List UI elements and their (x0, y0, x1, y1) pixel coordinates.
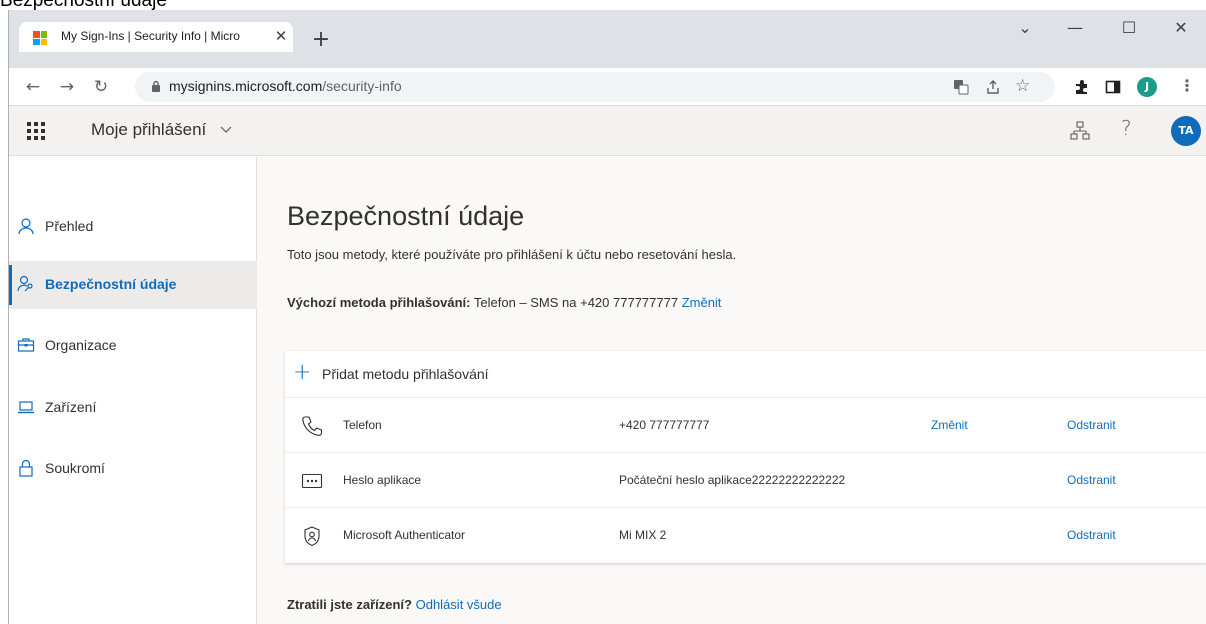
sidebar-item-devices[interactable]: Zařízení (9, 384, 257, 432)
share-icon[interactable] (985, 79, 1001, 95)
change-phone-link[interactable]: Změnit (931, 418, 968, 432)
sidebar: Přehled Bezpečnostní údaje Organizace Za… (9, 157, 257, 624)
method-row-phone: Telefon +420 777777777 Změnit Odstranit (285, 398, 1206, 453)
sidebar-item-label: Přehled (45, 218, 94, 234)
remove-phone-link[interactable]: Odstranit (1067, 418, 1116, 432)
maximize-button[interactable]: ☐ (1109, 16, 1149, 40)
help-icon[interactable]: ? (1121, 116, 1132, 140)
method-value: Mi MIX 2 (619, 528, 667, 542)
browser-tab[interactable]: My Sign-Ins | Security Info | Micro ✕ (19, 22, 293, 52)
lock-icon (152, 80, 160, 92)
translate-icon[interactable] (953, 79, 969, 95)
method-name: Heslo aplikace (343, 473, 422, 487)
method-row-authenticator: Microsoft Authenticator Mi MIX 2 Odstran… (285, 508, 1206, 563)
phone-icon (302, 416, 323, 436)
sign-out-everywhere-link[interactable]: Odhlásit všude (416, 597, 502, 612)
lost-device-label: Ztratili jste zařízení? (287, 597, 412, 612)
laptop-icon (18, 401, 34, 414)
close-window-button[interactable]: ✕ (1161, 16, 1201, 40)
remove-app-password-link[interactable]: Odstranit (1067, 473, 1116, 487)
authenticator-icon (304, 526, 320, 547)
address-bar[interactable]: mysignins.microsoft.com/security-info ☆ (135, 72, 1055, 102)
person-key-icon (17, 275, 33, 292)
main-content: Bezpečnostní údaje Toto jsou metody, kte… (257, 157, 1206, 624)
default-method-label: Výchozí metoda přihlašování: (287, 295, 471, 310)
change-default-link[interactable]: Změnit (682, 295, 722, 310)
tab-title: My Sign-Ins | Security Info | Micro (61, 29, 240, 43)
user-avatar[interactable]: TA (1171, 116, 1201, 146)
tab-strip: My Sign-Ins | Security Info | Micro ✕ + … (9, 10, 1206, 68)
bookmark-star-icon[interactable]: ☆ (1015, 76, 1030, 96)
app-launcher-icon[interactable] (27, 122, 45, 140)
sidebar-item-label: Soukromí (45, 460, 105, 476)
method-name: Telefon (343, 418, 382, 432)
page-title: Bezpečnostní údaje (287, 201, 525, 231)
default-method: Výchozí metoda přihlašování: Telefon – S… (287, 295, 721, 310)
sidebar-item-label: Organizace (45, 337, 117, 353)
app-title[interactable]: Moje přihlášení (91, 120, 206, 140)
reload-icon[interactable]: ↻ (89, 75, 113, 99)
browser-window: My Sign-Ins | Security Info | Micro ✕ + … (8, 10, 1206, 624)
back-icon[interactable]: ← (21, 75, 45, 99)
person-icon (18, 218, 34, 235)
tab-close-icon[interactable]: ✕ (271, 26, 291, 46)
sidebar-item-label: Bezpečnostní údaje (45, 276, 177, 292)
method-name: Microsoft Authenticator (343, 528, 466, 542)
lost-device-line: Ztratili jste zařízení? Odhlásit všude (287, 597, 502, 612)
forward-icon[interactable]: → (55, 75, 79, 99)
lock-icon (19, 459, 33, 477)
add-method-button[interactable]: + Přidat metodu přihlašování (285, 351, 1206, 398)
browser-toolbar: ← → ↻ mysignins.microsoft.com/security-i… (9, 68, 1206, 106)
method-row-app-password: Heslo aplikace Počáteční heslo aplikace2… (285, 453, 1206, 508)
sidebar-item-privacy[interactable]: Soukromí (9, 445, 257, 493)
minimize-button[interactable]: — (1055, 16, 1095, 40)
briefcase-icon (17, 338, 35, 352)
remove-authenticator-link[interactable]: Odstranit (1067, 528, 1116, 542)
chevron-down-icon[interactable] (219, 122, 233, 136)
sidebar-item-label: Zařízení (45, 399, 97, 415)
organization-icon[interactable] (1069, 120, 1091, 142)
method-value: +420 777777777 (619, 418, 710, 432)
page-description: Toto jsou metody, které používáte pro př… (287, 247, 737, 262)
sidebar-item-organizations[interactable]: Organizace (9, 322, 257, 370)
methods-card: + Přidat metodu přihlašování Telefon +42… (285, 351, 1206, 563)
url-text: mysignins.microsoft.com/security-info (169, 78, 402, 94)
password-icon (301, 473, 323, 489)
side-panel-icon[interactable] (1105, 79, 1121, 95)
extensions-icon[interactable] (1073, 78, 1091, 96)
sidebar-item-overview[interactable]: Přehled (9, 203, 257, 251)
menu-kebab-icon[interactable]: ⋮ (1179, 76, 1195, 95)
microsoft-logo-icon (33, 31, 47, 45)
default-method-value: Telefon – SMS na +420 777777777 (470, 295, 682, 310)
new-tab-button[interactable]: + (309, 28, 333, 52)
tab-search-button[interactable]: ⌄ (1005, 16, 1045, 40)
plus-icon: + (293, 360, 312, 385)
add-method-label: Přidat metodu přihlašování (322, 366, 489, 382)
page-caption: Bezpečnostní údaje (0, 0, 1206, 10)
app-header: Moje přihlášení ? TA (9, 106, 1206, 156)
sidebar-item-security-info[interactable]: Bezpečnostní údaje (9, 261, 257, 309)
profile-avatar[interactable]: J (1137, 77, 1157, 97)
method-value: Počáteční heslo aplikace22222222222222 (619, 473, 846, 487)
